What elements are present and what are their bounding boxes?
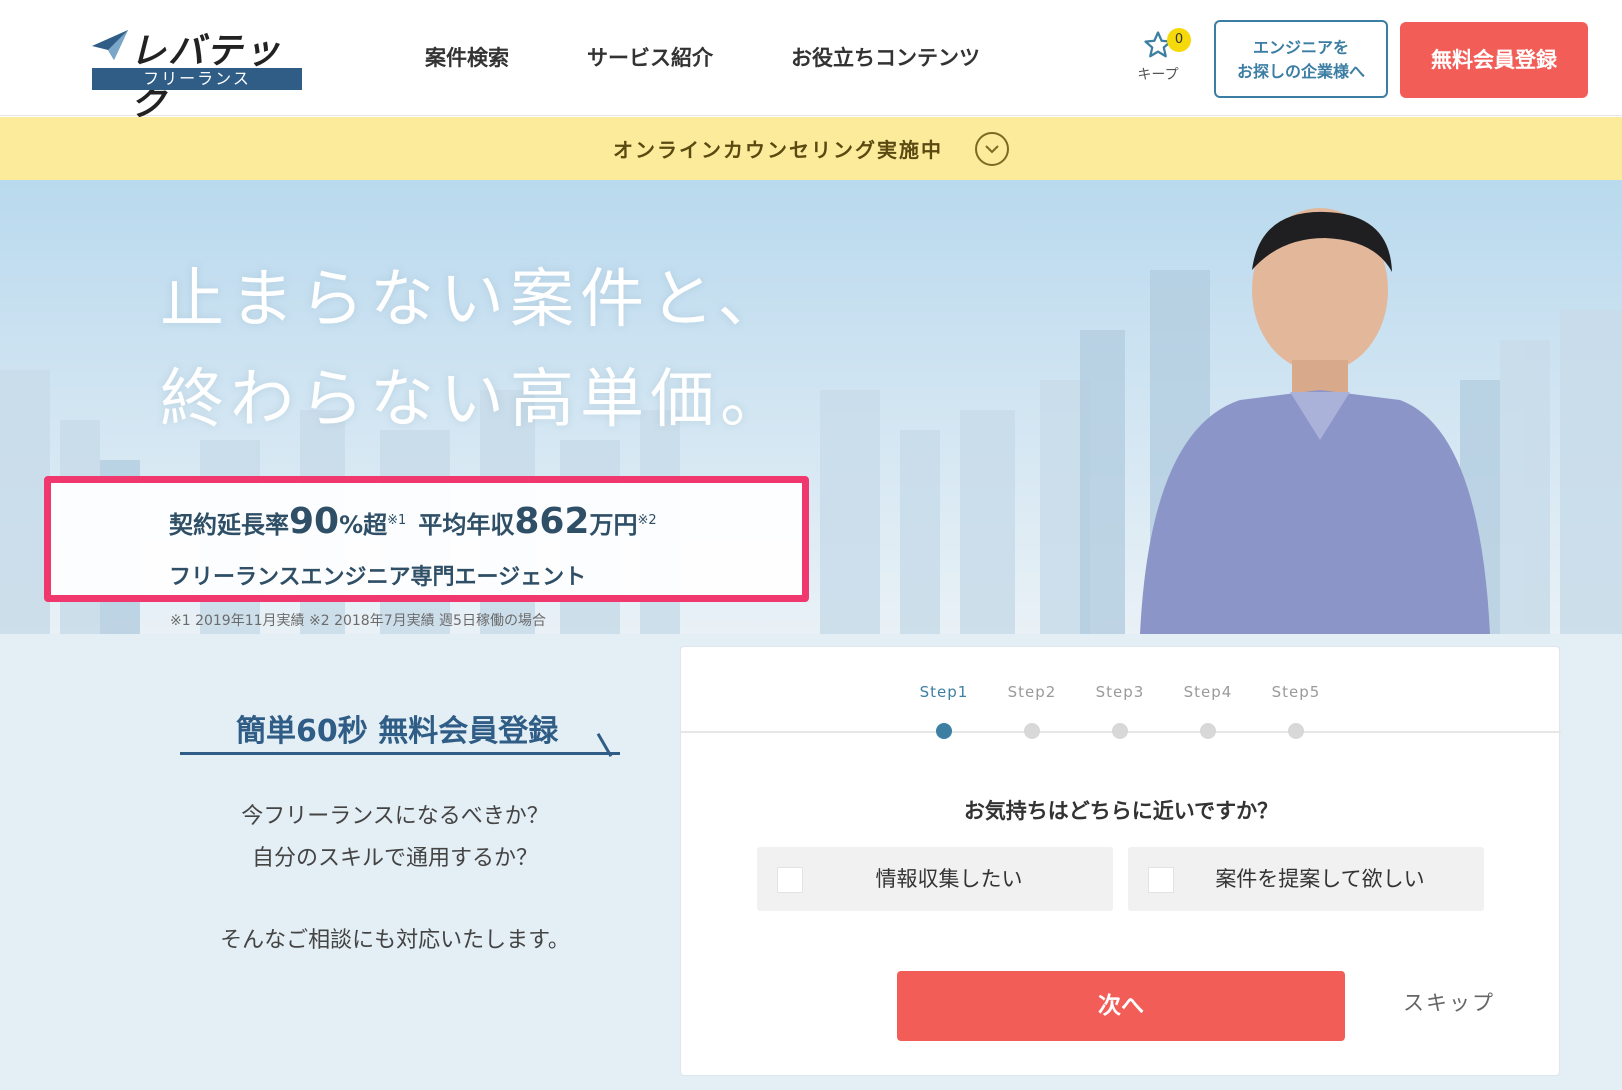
for-companies-line2: お探しの企業様へ (1236, 62, 1365, 81)
counseling-text: オンラインカウンセリング実施中 (613, 138, 943, 162)
step-5-label: Step5 (1271, 683, 1321, 701)
stat-income-unit: 万円 (589, 511, 638, 539)
stat-renewal-note: ※1 (387, 513, 407, 528)
stat-renewal-value: 90 (289, 501, 340, 542)
step-4-dot (1200, 723, 1216, 739)
free-register-button[interactable]: 無料会員登録 (1400, 22, 1588, 98)
keep-button[interactable]: 0 キープ (1128, 28, 1191, 90)
stat-income-note: ※2 (637, 513, 657, 528)
logo[interactable]: レバテック フリーランス (90, 22, 304, 124)
signup-section: 簡単60秒 無料会員登録 今フリーランスになるべきか？ 自分のスキルで通用するか… (0, 634, 1622, 1090)
skip-link[interactable]: スキップ (1403, 987, 1495, 1017)
keep-label: キープ (1137, 67, 1179, 83)
signup-copy-line1: 今フリーランスになるべきか？ (241, 804, 549, 829)
next-button[interactable]: 次へ (897, 971, 1345, 1041)
step-2-dot (1024, 723, 1040, 739)
signup-title: 簡単60秒 無料会員登録 (236, 714, 559, 749)
step-2-label: Step2 (1007, 683, 1057, 701)
paper-plane-icon (92, 30, 128, 60)
chevron-down-icon[interactable] (975, 131, 1009, 166)
signup-intro: 簡単60秒 無料会員登録 今フリーランスになるべきか？ 自分のスキルで通用するか… (0, 634, 680, 1090)
step-1-dot (936, 723, 952, 739)
step-4-label: Step4 (1183, 683, 1233, 701)
logo-subtitle: フリーランス (92, 68, 302, 90)
stats-highlight-box: 契約延長率90%超※1 平均年収862万円※2 フリーランスエンジニア専門エージェ… (44, 476, 809, 602)
main-nav: 案件検索 サービス紹介 お役立ちコンテンツ (425, 42, 1058, 72)
signup-title-underline (180, 752, 620, 755)
nav-item-search[interactable]: 案件検索 (425, 42, 509, 72)
online-counseling-banner[interactable]: オンラインカウンセリング実施中 (0, 117, 1622, 180)
step-5-dot (1288, 723, 1304, 739)
keep-count-badge: 0 (1167, 28, 1191, 52)
stat-income-label: 平均年収 (418, 511, 515, 539)
hero-headline-line2: 終わらない高単価。 (160, 363, 790, 437)
form-question: お気持ちはどちらに近いですか？ (963, 799, 1279, 823)
site-header: レバテック フリーランス 案件検索 サービス紹介 お役立ちコンテンツ 0 キープ… (0, 0, 1622, 124)
consultant-photo (1140, 208, 1490, 634)
for-companies-button[interactable]: エンジニアを お探しの企業様へ (1214, 20, 1388, 98)
agent-tagline: フリーランスエンジニア専門エージェント (169, 565, 587, 590)
stat-renewal-label: 契約延長率 (169, 511, 289, 539)
nav-item-contents[interactable]: お役立ちコンテンツ (791, 42, 980, 72)
option-request-projects-label: 案件を提案して欲しい (1215, 867, 1425, 891)
step-1-label: Step1 (919, 683, 969, 701)
step-3-label: Step3 (1095, 683, 1145, 701)
for-companies-line1: エンジニアを (1252, 38, 1349, 57)
option-info-gathering[interactable]: 情報収集したい (757, 847, 1113, 911)
signup-copy-line2: 自分のスキルで通用するか？ (251, 846, 538, 871)
hero-section: 止まらない案件と、 終わらない高単価。 契約延長率90%超※1 平均年収862万円… (0, 180, 1622, 634)
hero-headline: 止まらない案件と、 終わらない高単価。 (160, 250, 790, 450)
step-3-dot (1112, 723, 1128, 739)
option-request-projects[interactable]: 案件を提案して欲しい (1128, 847, 1484, 911)
hero-footnote: ※1 2019年11月実績 ※2 2018年7月実績 週5日稼働の場合 (170, 613, 546, 629)
hero-headline-line1: 止まらない案件と、 (160, 263, 788, 337)
signup-copy-line3: そんなご相談にも対応いたします。 (220, 928, 570, 953)
nav-item-services[interactable]: サービス紹介 (587, 42, 713, 72)
stat-renewal-unit: %超 (339, 511, 388, 539)
option-info-gathering-label: 情報収集したい (875, 867, 1023, 891)
stats-line: 契約延長率90%超※1 平均年収862万円※2 (169, 501, 669, 542)
signup-form-card: Step1 Step2 Step3 Step4 Step5 お気持ちはどちらに近… (680, 646, 1561, 1076)
stat-income-value: 862 (514, 501, 590, 542)
